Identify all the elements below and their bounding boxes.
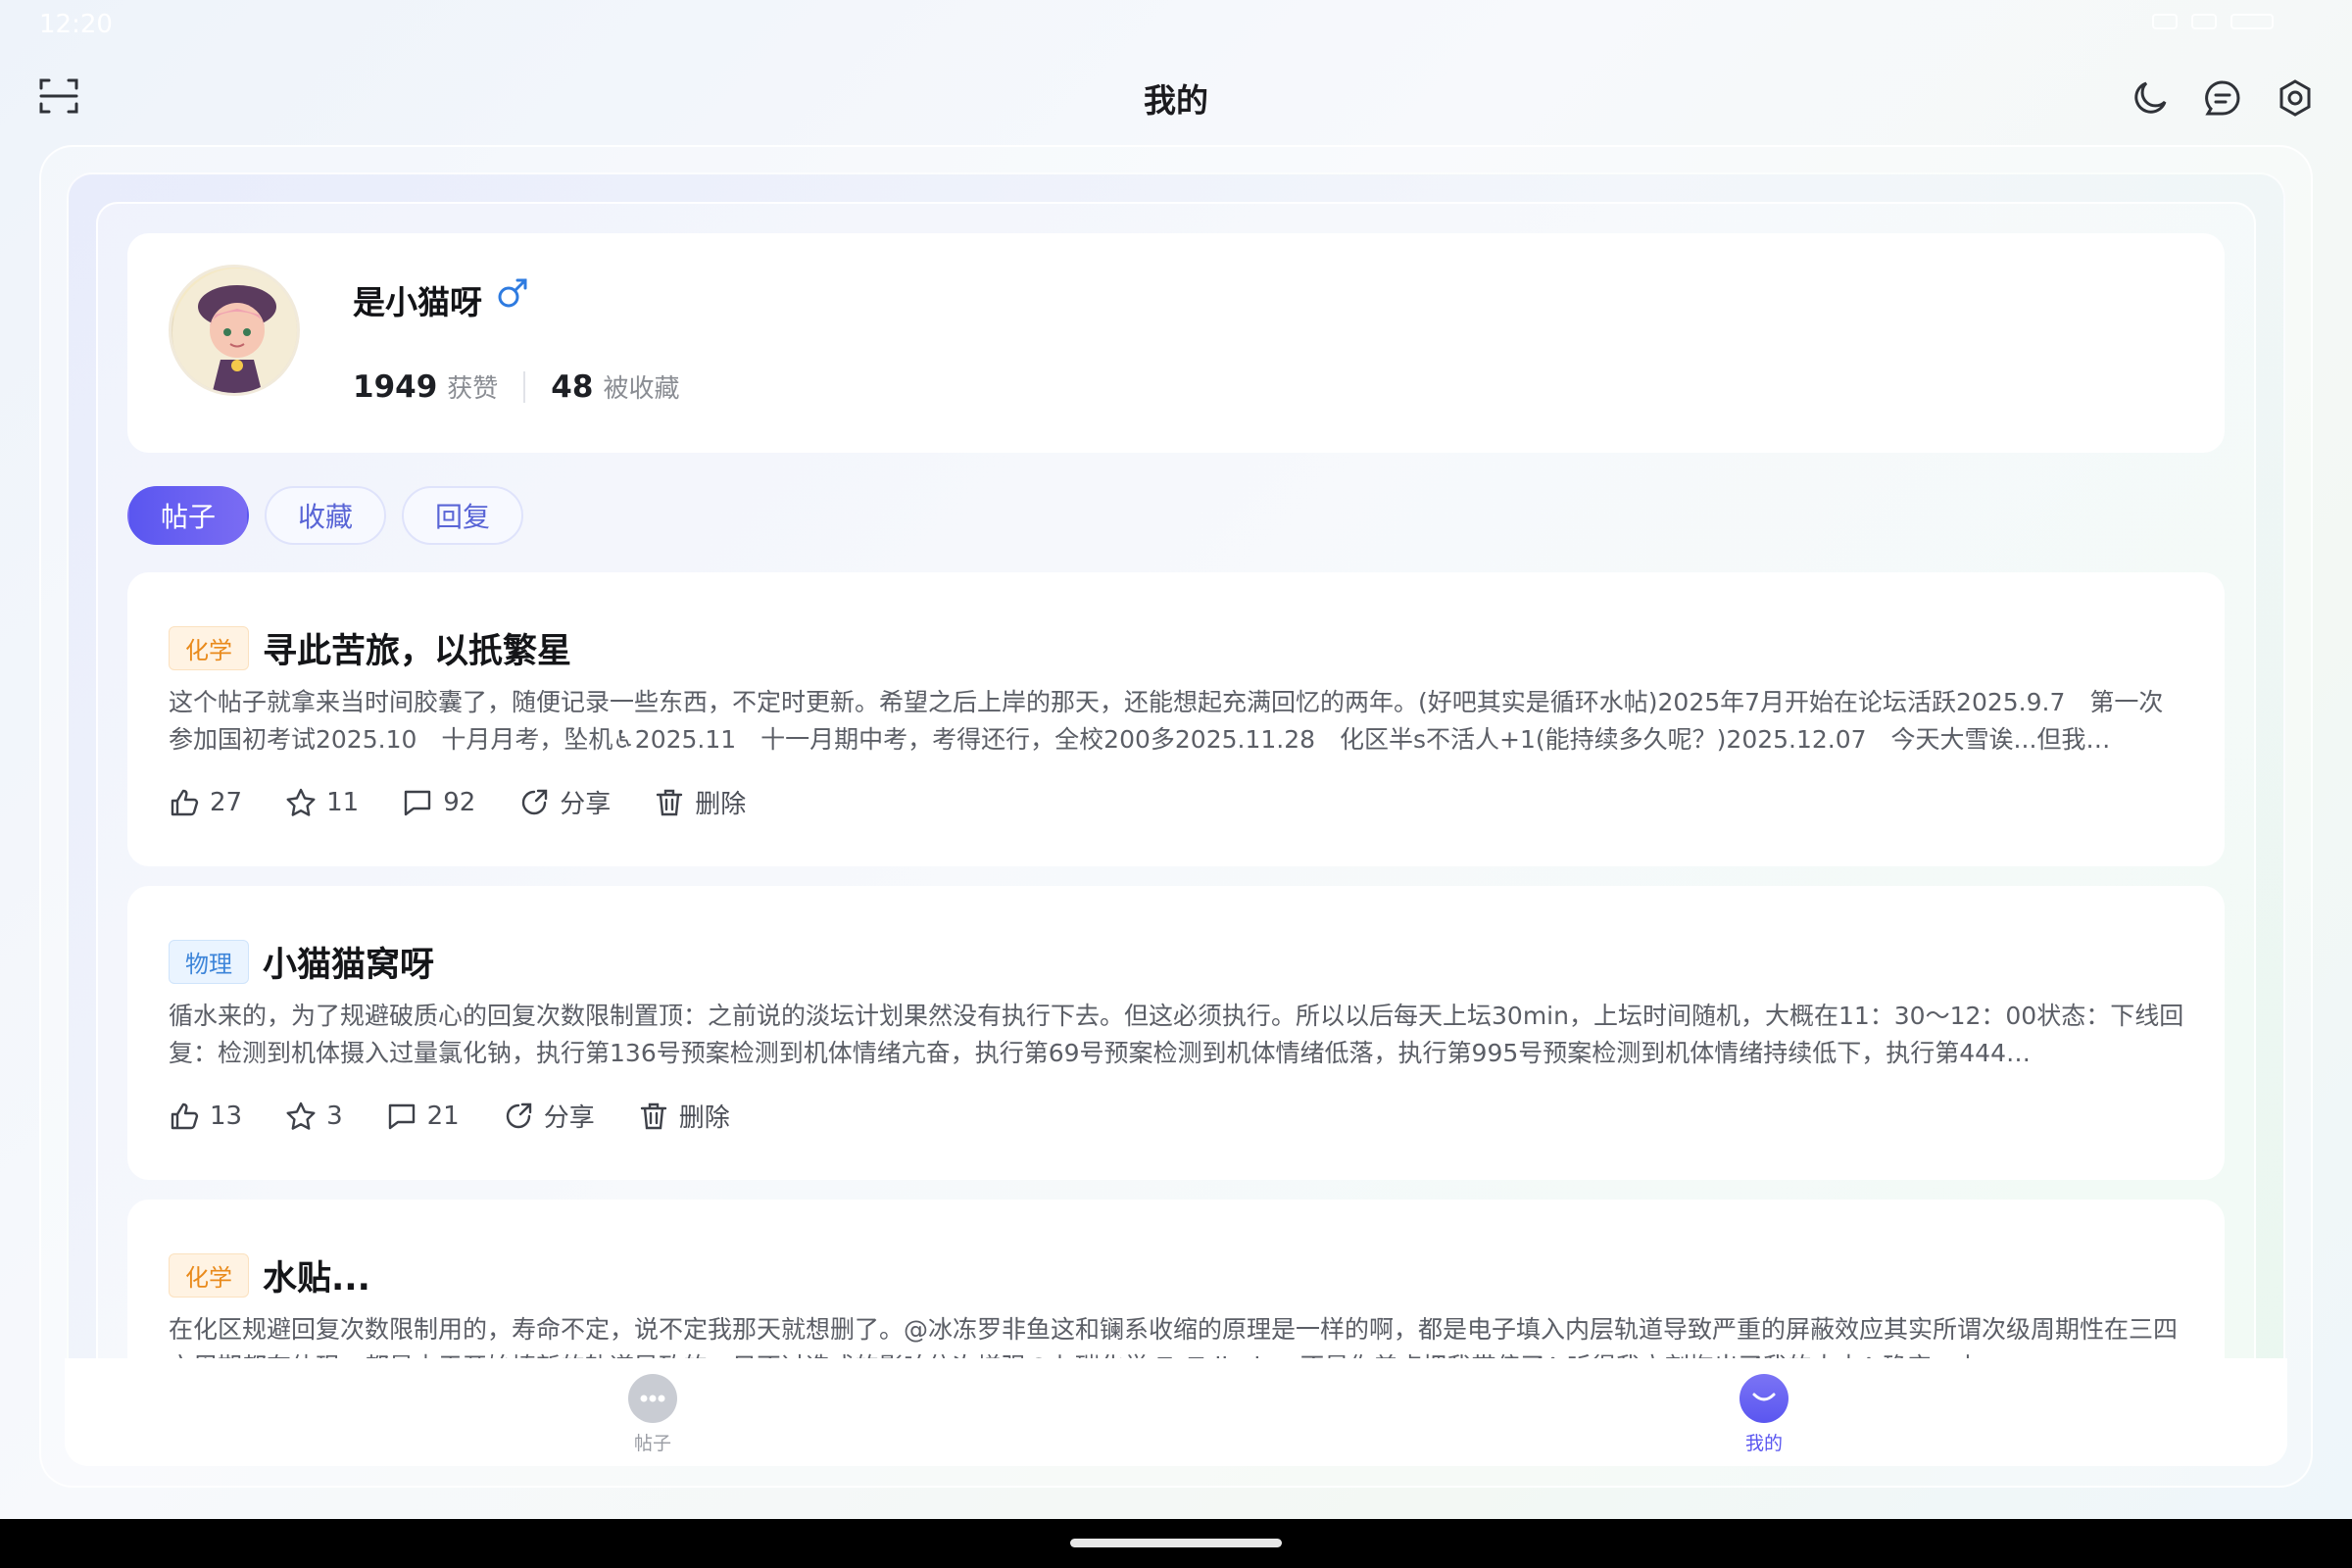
post-body[interactable]: 循水来的，为了规避破质心的回复次数限制置顶：之前说的淡坛计划果然没有执行下去。但…: [169, 998, 2187, 1072]
page-title: 我的: [1144, 81, 1208, 120]
likes-label: 获赞: [447, 374, 499, 404]
delete-label: 删除: [695, 790, 747, 819]
message-icon[interactable]: [2199, 74, 2246, 122]
tab-favorites[interactable]: 收藏: [265, 486, 387, 545]
like-count: 13: [210, 1101, 243, 1131]
share-label: 分享: [560, 790, 612, 819]
favorites-count: 48: [551, 369, 594, 405]
favorites-label: 被收藏: [603, 374, 680, 404]
like-count: 27: [210, 787, 243, 817]
moon-icon[interactable]: [2127, 74, 2174, 122]
status-time: 12:20: [39, 10, 113, 39]
post-tag[interactable]: 化学: [169, 626, 249, 670]
stat-divider: [523, 370, 526, 403]
battery-icon: [2230, 14, 2274, 29]
top-bar: 我的: [0, 59, 2352, 137]
post-header: 化学 寻此苦旅，以扺繁星: [169, 623, 571, 673]
bottom-nav: 帖子 我的: [65, 1358, 2287, 1466]
share-icon: [522, 789, 548, 814]
post-header: 物理 小猫猫窝呀: [169, 937, 434, 987]
comment-count: 92: [443, 787, 476, 817]
content-tabs: 帖子 收藏 回复: [127, 486, 524, 545]
profile-smile-icon: [1740, 1374, 1788, 1423]
thumbs-up-icon: [171, 789, 199, 815]
comment-button[interactable]: 21: [386, 1101, 460, 1132]
status-bar: 12:20: [0, 0, 2352, 47]
system-nav-bar: [0, 1519, 2352, 1568]
share-button[interactable]: 分享: [518, 784, 611, 820]
male-icon: [496, 276, 529, 310]
trash-icon: [657, 789, 683, 815]
share-icon: [506, 1102, 531, 1128]
star-count: 3: [326, 1101, 343, 1131]
thumbs-up-icon: [171, 1102, 199, 1129]
status-indicators: [2152, 14, 2274, 29]
star-icon: [286, 1102, 316, 1130]
avatar[interactable]: [169, 265, 300, 396]
post-card[interactable]: 物理 小猫猫窝呀 循水来的，为了规避破质心的回复次数限制置顶：之前说的淡坛计划果…: [127, 886, 2225, 1180]
likes-count: 1949: [353, 369, 438, 405]
nav-label: 我的: [1744, 1433, 1783, 1454]
header-actions: [2127, 74, 2319, 122]
post-title[interactable]: 小猫猫窝呀: [263, 937, 434, 987]
star-icon: [286, 788, 316, 816]
star-button[interactable]: 11: [285, 787, 359, 818]
post-actions: 27 11 92 分享 删除: [169, 784, 746, 820]
post-body[interactable]: 这个帖子就拿来当时间胶囊了，随便记录一些东西，不定时更新。希望之后上岸的那天，还…: [169, 684, 2187, 759]
post-tag[interactable]: 物理: [169, 940, 249, 984]
tab-posts[interactable]: 帖子: [127, 486, 250, 545]
comment-icon: [404, 790, 431, 815]
comment-button[interactable]: 92: [402, 787, 475, 818]
post-card[interactable]: 化学 寻此苦旅，以扺繁星 这个帖子就拿来当时间胶囊了，随便记录一些东西，不定时更…: [127, 572, 2225, 866]
like-button[interactable]: 13: [169, 1101, 242, 1132]
post-title[interactable]: 寻此苦旅，以扺繁星: [263, 623, 571, 673]
profile-card: 是小猫呀 1949 获赞 48 被收藏: [127, 233, 2225, 453]
profile-stats: 1949 获赞 48 被收藏: [353, 368, 679, 405]
signal-icon: [2152, 14, 2178, 29]
comment-count: 21: [426, 1101, 460, 1131]
post-header: 化学 水贴...: [169, 1250, 370, 1300]
star-count: 11: [326, 787, 360, 817]
tab-replies[interactable]: 回复: [402, 486, 524, 545]
like-button[interactable]: 27: [169, 787, 242, 818]
settings-icon[interactable]: [2272, 74, 2319, 122]
home-indicator[interactable]: [1070, 1539, 1282, 1547]
delete-button[interactable]: 删除: [654, 784, 746, 820]
nav-me[interactable]: 我的: [1695, 1374, 1833, 1455]
nav-label: 帖子: [633, 1433, 671, 1454]
nav-posts[interactable]: 帖子: [584, 1374, 721, 1455]
delete-label: 删除: [678, 1103, 730, 1133]
content-area[interactable]: 是小猫呀 1949 获赞 48 被收藏 帖子 收藏 回复 化学 寻此苦旅，以扺繁…: [96, 202, 2256, 1466]
trash-icon: [640, 1102, 666, 1129]
comment-icon: [388, 1103, 415, 1129]
chat-bubble-icon: [628, 1374, 677, 1423]
delete-button[interactable]: 删除: [638, 1098, 730, 1134]
star-button[interactable]: 3: [285, 1101, 343, 1132]
post-tag[interactable]: 化学: [169, 1253, 249, 1298]
wifi-icon: [2191, 14, 2217, 29]
profile-name: 是小猫呀: [353, 283, 482, 321]
post-title[interactable]: 水贴...: [263, 1250, 370, 1300]
share-button[interactable]: 分享: [503, 1098, 595, 1134]
share-label: 分享: [543, 1103, 595, 1133]
post-actions: 13 3 21 分享 删除: [169, 1098, 730, 1134]
